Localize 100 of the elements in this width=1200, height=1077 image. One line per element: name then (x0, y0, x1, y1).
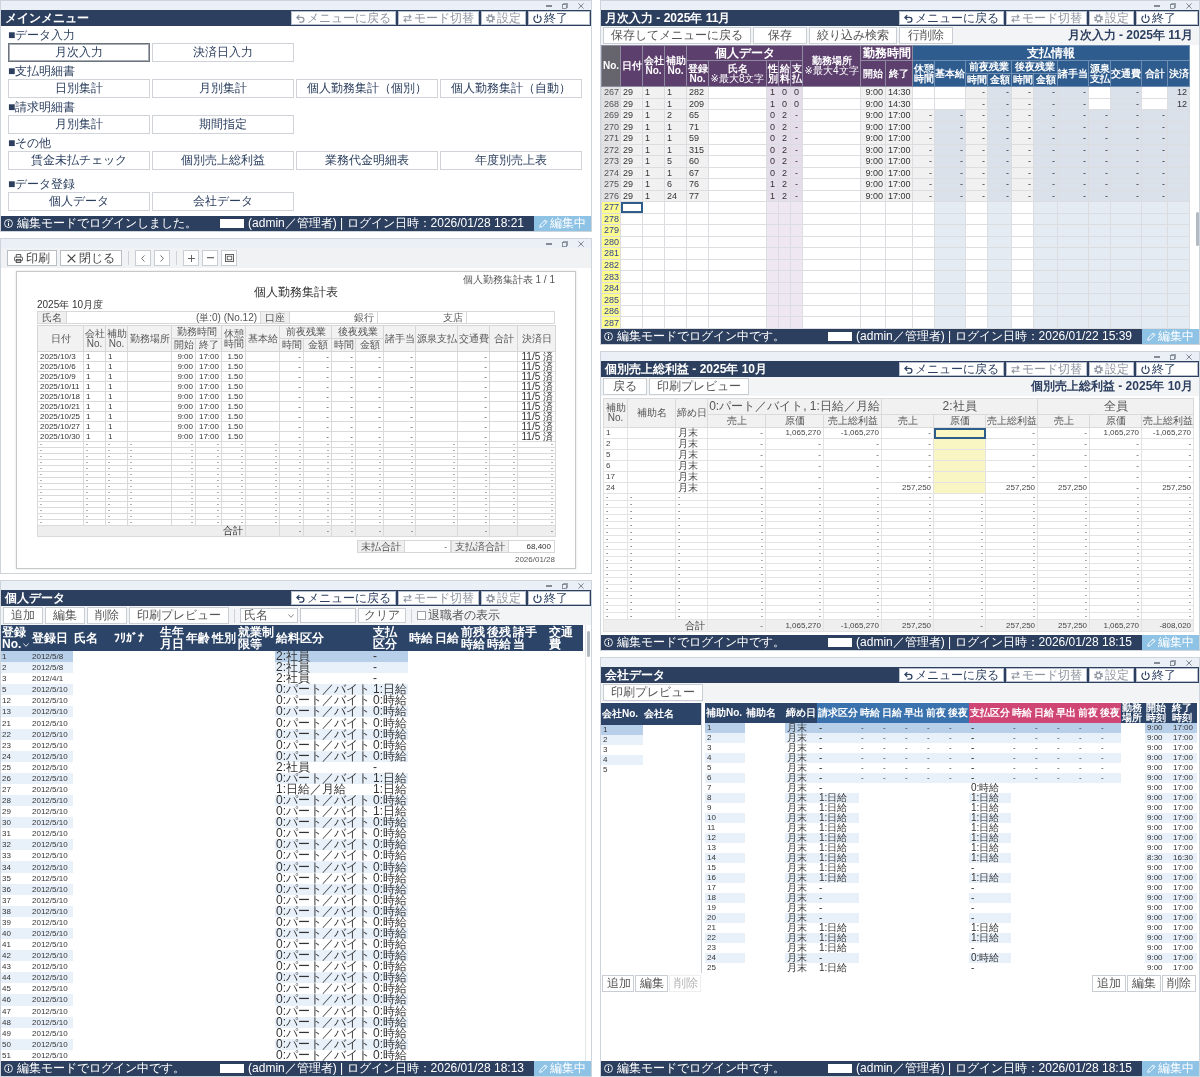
table-cell[interactable]: 1 (766, 190, 779, 202)
table-cell[interactable]: 1 (766, 98, 779, 110)
table-cell[interactable]: - (1011, 121, 1034, 133)
menu-button[interactable]: 会社データ (152, 192, 294, 211)
editable-cell[interactable] (933, 460, 986, 472)
close-icon[interactable] (578, 2, 584, 9)
table-cell[interactable]: - (987, 144, 1012, 156)
table-cell[interactable]: - (1011, 190, 1034, 202)
table-cell[interactable]: 1 (664, 121, 687, 133)
table-cell[interactable]: 9:00 (860, 144, 886, 156)
table-cell[interactable]: - (934, 121, 966, 133)
checkbox[interactable] (417, 611, 426, 620)
table-cell[interactable]: - (1141, 190, 1168, 202)
column-header[interactable]: 登録No. (1, 625, 31, 651)
editable-cell[interactable] (933, 482, 986, 494)
table-cell[interactable]: - (965, 121, 988, 133)
table-cell[interactable]: - (912, 190, 935, 202)
table-cell[interactable]: 2 (778, 190, 791, 202)
table-cell[interactable]: - (1088, 167, 1111, 179)
table-cell[interactable]: - (934, 144, 966, 156)
restore-icon[interactable] (562, 582, 568, 589)
minimize-icon[interactable] (546, 584, 552, 587)
minimize-icon[interactable] (546, 4, 552, 7)
add-button[interactable]: 追加 (1092, 975, 1126, 992)
table-cell[interactable]: - (790, 178, 803, 191)
table-cell[interactable]: - (1057, 121, 1089, 133)
editable-cell[interactable] (933, 449, 986, 461)
table-cell[interactable]: 1 (642, 190, 665, 202)
column-header[interactable]: 年齢 (185, 625, 211, 651)
close-icon[interactable] (1186, 659, 1192, 666)
minimize-icon[interactable] (546, 242, 552, 245)
table-cell[interactable]: - (987, 121, 1012, 133)
table-cell[interactable]: - (987, 190, 1012, 202)
next-page-button[interactable] (154, 250, 170, 266)
close-icon[interactable] (1186, 2, 1192, 9)
table-cell[interactable]: - (790, 144, 803, 156)
menu-button[interactable]: 月別集計 (8, 115, 150, 134)
table-cell[interactable]: 29 (620, 190, 643, 202)
toolbar-button[interactable]: 保存してメニューに戻る (603, 27, 751, 44)
table-cell[interactable]: - (1110, 121, 1142, 133)
toolbar-button[interactable]: 絞り込み検索 (809, 27, 897, 44)
menu-button[interactable]: 期間指定 (152, 115, 294, 134)
table-cell[interactable]: 17:00 (885, 144, 913, 156)
table-cell[interactable]: - (912, 121, 935, 133)
close-icon[interactable] (1186, 353, 1192, 360)
table-cell[interactable]: - (1033, 98, 1058, 110)
column-header[interactable]: 日給 (434, 625, 460, 651)
table-cell[interactable]: 0 (766, 167, 779, 179)
table-cell[interactable]: 9:00 (860, 167, 886, 179)
table-cell[interactable]: - (1057, 167, 1089, 179)
active-cell[interactable] (933, 427, 986, 439)
table-cell[interactable]: - (1011, 167, 1034, 179)
search-field[interactable] (300, 608, 356, 623)
restore-icon[interactable] (1170, 2, 1176, 9)
table-cell[interactable]: - (1057, 144, 1089, 156)
exit-button[interactable]: 終了 (1136, 11, 1198, 25)
column-header[interactable]: 性別 (211, 625, 237, 651)
table-cell[interactable]: - (1033, 167, 1058, 179)
table-cell[interactable]: - (987, 167, 1012, 179)
column-header[interactable]: 生年月日 (159, 625, 185, 651)
toolbar-button[interactable]: 削除 (87, 607, 127, 624)
table-cell[interactable]: 67 (686, 167, 709, 179)
table-cell[interactable]: - (1110, 98, 1142, 110)
table-cell[interactable]: 9:00 (860, 98, 886, 110)
table-cell[interactable]: 1 (642, 167, 665, 179)
table-cell[interactable]: 209 (686, 98, 709, 110)
toolbar-button[interactable]: 印刷プレビュー (649, 378, 749, 395)
column-header[interactable]: 支払区分 (372, 625, 408, 651)
table-cell[interactable]: - (1011, 144, 1034, 156)
back-to-menu-button[interactable]: メニューに戻る (899, 668, 1004, 682)
table-cell[interactable]: - (1057, 98, 1089, 110)
toolbar-button[interactable]: 戻る (603, 378, 647, 395)
column-header[interactable]: 諸手当 (512, 625, 548, 651)
minimize-icon[interactable] (1154, 4, 1160, 7)
menu-button[interactable]: 決済日入力 (152, 43, 294, 62)
minimize-icon[interactable] (1154, 661, 1160, 664)
toolbar-button[interactable]: 印刷プレビュー (129, 607, 229, 624)
column-header[interactable]: 就業制限等 (237, 625, 275, 651)
table-cell[interactable]: 12 (1167, 98, 1190, 110)
table-cell[interactable]: - (934, 190, 966, 202)
table-cell[interactable]: 0 (778, 98, 791, 110)
exit-button[interactable]: 終了 (1136, 668, 1198, 682)
table-cell[interactable]: - (1057, 190, 1089, 202)
table-cell[interactable]: 17:00 (885, 190, 913, 202)
table-cell[interactable]: 24 (664, 190, 687, 202)
table-cell[interactable]: 1 (766, 86, 779, 98)
table-cell[interactable]: - (1141, 144, 1168, 156)
table-cell[interactable]: - (790, 190, 803, 202)
table-cell[interactable]: - (1110, 190, 1142, 202)
column-header[interactable]: 時給 (408, 625, 434, 651)
table-cell[interactable]: 29 (620, 98, 643, 110)
table-cell[interactable]: - (790, 132, 803, 145)
toolbar-button[interactable]: 印刷プレビュー (603, 684, 703, 701)
table-cell[interactable]: 29 (620, 144, 643, 156)
exit-button[interactable]: 終了 (528, 11, 590, 25)
scrollbar-thumb[interactable] (587, 631, 590, 657)
column-header[interactable]: ﾌﾘｶﾞﾅ (113, 625, 159, 651)
editable-cell[interactable] (933, 471, 986, 483)
menu-button[interactable]: 個人データ (8, 192, 150, 211)
back-to-menu-button[interactable]: メニューに戻る (899, 11, 1004, 25)
